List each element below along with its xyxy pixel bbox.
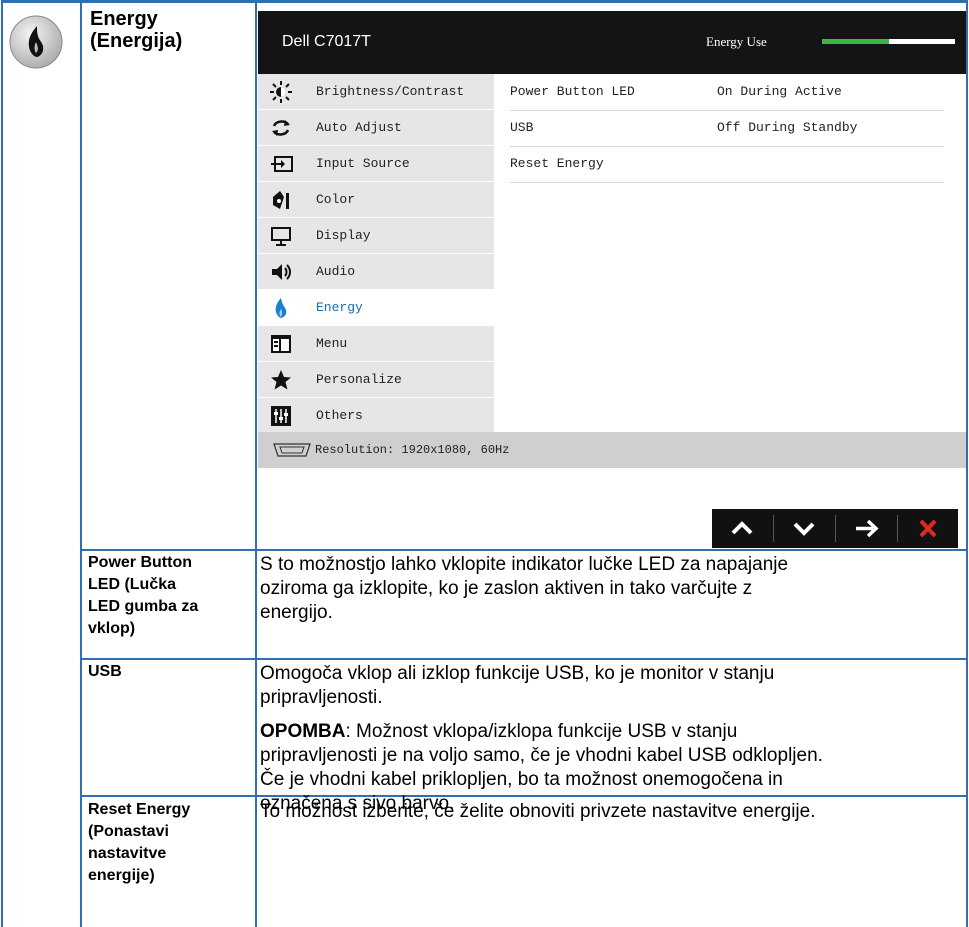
option-usb[interactable]: USB Off During Standby	[510, 110, 944, 147]
row-desc-usb: Omogoča vklop ali izklop funkcije USB, k…	[260, 662, 966, 816]
option-reset-energy[interactable]: Reset Energy	[510, 146, 944, 183]
menu-item-label: Color	[316, 192, 356, 207]
row-label-usb: USB	[88, 663, 122, 680]
resolution-bar: Resolution: 1920x1080, 60Hz	[258, 432, 966, 468]
table-border-col2	[255, 0, 257, 927]
menu-item-energy[interactable]: Energy	[258, 290, 494, 326]
row-label-reset-energy: Reset Energy (Ponastavi nastavitve energ…	[88, 801, 191, 884]
row-divider-1	[80, 549, 968, 551]
row-label-power-button-led: Power Button LED (Lučka LED gumba za vkl…	[88, 554, 199, 637]
row-divider-2	[80, 658, 968, 660]
menu-item-label: Display	[316, 228, 371, 243]
chevron-up-icon	[731, 521, 753, 535]
menu-item-audio[interactable]: Audio	[258, 254, 494, 290]
menu-item-label: Menu	[316, 336, 348, 351]
osd-nav-buttons	[712, 509, 958, 548]
row-desc-reset-energy: To možnost izberite, če želite obnoviti …	[260, 801, 816, 822]
energy-use-label: Energy Use	[706, 34, 767, 49]
table-border-right	[966, 0, 968, 927]
menu-item-label: Auto Adjust	[316, 120, 402, 135]
usb-note: OPOMBA: Možnost vklopa/izklopa funkcije …	[260, 721, 738, 742]
star-icon	[270, 369, 292, 391]
up-button[interactable]	[712, 509, 773, 548]
resolution-text: Resolution: 1920x1080, 60Hz	[315, 443, 510, 457]
osd-screen: Dell C7017T Energy Use Brightness/Contra…	[258, 11, 966, 468]
down-button[interactable]	[774, 509, 835, 548]
menu-item-label: Energy	[316, 300, 363, 315]
others-icon	[270, 405, 292, 427]
input-source-icon	[270, 153, 293, 175]
energy-use-fill	[822, 39, 889, 44]
menu-item-others[interactable]: Others	[258, 398, 494, 434]
menu-item-label: Personalize	[316, 372, 402, 387]
auto-adjust-icon	[270, 117, 292, 139]
menu-item-auto-adjust[interactable]: Auto Adjust	[258, 110, 494, 146]
table-border-col1	[80, 0, 82, 927]
menu-icon	[270, 333, 292, 355]
flame-icon	[8, 14, 64, 70]
close-icon	[919, 519, 937, 538]
table-border-left	[1, 0, 3, 927]
menu-item-menu[interactable]: Menu	[258, 326, 494, 362]
menu-item-label: Input Source	[316, 156, 410, 171]
menu-item-label: Audio	[316, 264, 356, 279]
option-name: USB	[510, 120, 534, 135]
option-value: Off During Standby	[717, 120, 858, 135]
energy-options-panel: Power Button LED On During Active USB Of…	[494, 74, 966, 432]
option-name: Reset Energy	[510, 156, 604, 171]
option-value: On During Active	[717, 84, 842, 99]
energy-icon	[270, 297, 292, 319]
menu-item-label: Brightness/Contrast	[316, 84, 465, 99]
menu-item-personalize[interactable]: Personalize	[258, 362, 494, 398]
row-desc-power-button-led: S to možnostjo lahko vklopite indikator …	[260, 554, 789, 623]
vga-connector-icon	[272, 443, 312, 462]
menu-item-label: Others	[316, 408, 363, 423]
audio-icon	[270, 261, 292, 283]
arrow-right-icon	[856, 519, 879, 538]
option-power-button-led[interactable]: Power Button LED On During Active	[510, 74, 944, 111]
menu-item-color[interactable]: Color	[258, 182, 494, 218]
menu-item-brightness-contrast[interactable]: Brightness/Contrast	[258, 74, 494, 110]
brightness-icon	[270, 81, 292, 103]
monitor-model: Dell C7017T	[282, 33, 371, 50]
chevron-down-icon	[793, 522, 815, 536]
section-title: Energy (Energija)	[90, 8, 183, 52]
menu-item-input-source[interactable]: Input Source	[258, 146, 494, 182]
exit-button[interactable]	[898, 509, 959, 548]
option-name: Power Button LED	[510, 84, 635, 99]
color-icon	[270, 189, 292, 211]
table-border-top	[1, 0, 968, 3]
osd-header: Dell C7017T Energy Use	[258, 11, 966, 74]
enter-button[interactable]	[836, 509, 897, 548]
menu-item-display[interactable]: Display	[258, 218, 494, 254]
osd-menu: Brightness/Contrast Auto Adjust Input So…	[258, 74, 494, 434]
energy-use-bar	[822, 39, 955, 44]
display-icon	[270, 225, 292, 247]
note-label: OPOMBA	[260, 721, 346, 742]
